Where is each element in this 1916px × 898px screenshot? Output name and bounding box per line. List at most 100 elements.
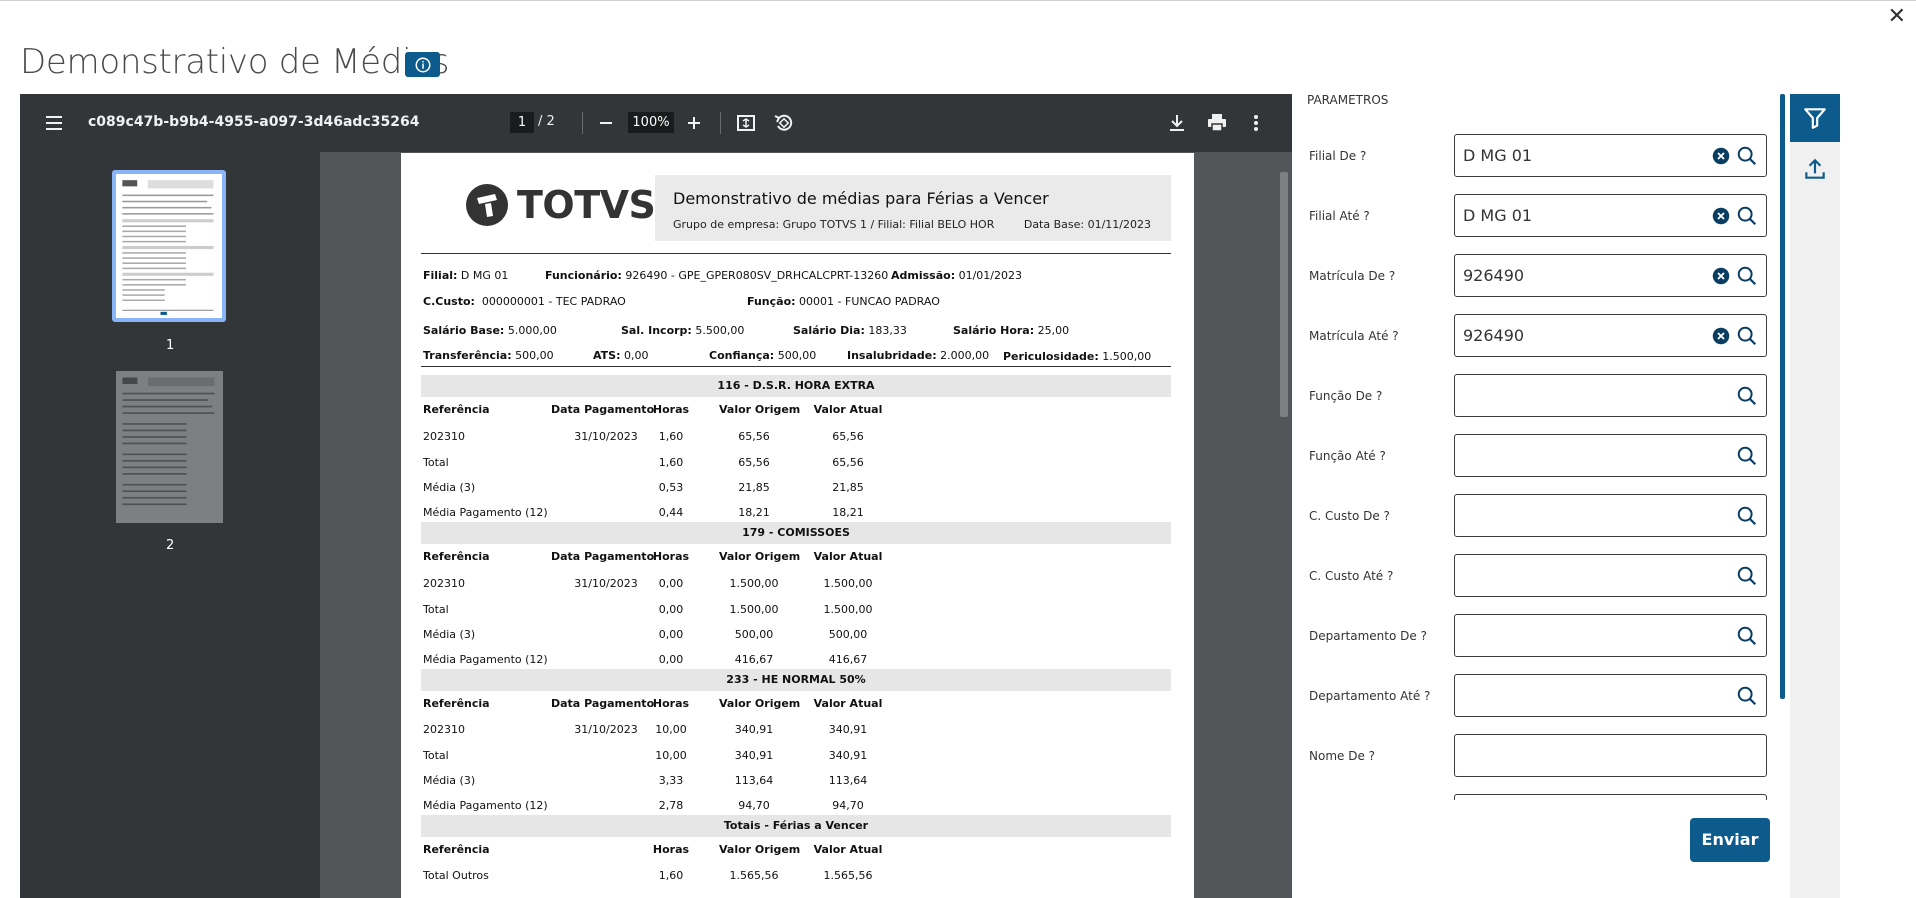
funcionario-field: Funcionário: 926490 - GPE_GPER080SV_DRHC… — [545, 269, 889, 282]
search-icon[interactable] — [1736, 505, 1758, 527]
salario-base-field: Salário Base: 5.000,00 — [423, 324, 557, 337]
table-cell: 65,56 — [832, 456, 864, 469]
zoom-out-icon[interactable] — [594, 111, 618, 135]
col-header-data: Data Pagamento — [551, 550, 655, 563]
upload-icon — [1805, 158, 1825, 179]
table-cell: 10,00 — [655, 723, 687, 736]
filter-button[interactable] — [1790, 94, 1840, 142]
param-label: Matrícula Até ? — [1309, 329, 1399, 343]
table-cell: 202310 — [423, 723, 465, 736]
top-border — [0, 0, 1916, 1]
send-button[interactable]: Enviar — [1690, 818, 1770, 862]
table-cell: 500,00 — [828, 628, 868, 641]
col-header-ref: Referência — [423, 403, 490, 416]
pdf-file-name: c089c47b-b9b4-4955-a097-3d46adc35264 — [88, 114, 420, 130]
print-icon[interactable] — [1205, 111, 1229, 135]
pdf-scrollbar[interactable] — [1275, 152, 1292, 898]
thumbnail-label-2: 2 — [166, 538, 175, 553]
search-icon[interactable] — [1736, 385, 1758, 407]
divider — [421, 366, 1171, 367]
rotate-icon[interactable] — [772, 111, 796, 135]
search-icon[interactable] — [1736, 445, 1758, 467]
param-input[interactable] — [1454, 674, 1767, 717]
search-icon[interactable] — [1736, 625, 1758, 647]
fit-page-icon[interactable] — [734, 111, 758, 135]
thumbnail-sidebar: 1 2 — [20, 152, 320, 898]
param-input[interactable] — [1454, 614, 1767, 657]
table-cell: 340,91 — [734, 749, 774, 762]
table-cell: 1.565,56 — [729, 869, 779, 882]
section-header: 233 - HE NORMAL 50% — [421, 669, 1171, 691]
pdf-scrollbar-thumb[interactable] — [1280, 172, 1288, 417]
param-input[interactable]: 926490 — [1454, 314, 1767, 357]
table-cell: Média Pagamento (12) — [423, 799, 548, 812]
col-header-ref: Referência — [423, 843, 490, 856]
search-icon[interactable] — [1736, 685, 1758, 707]
param-input[interactable] — [1454, 494, 1767, 537]
table-cell: 1.500,00 — [729, 577, 779, 590]
table-cell: Total — [423, 456, 449, 469]
menu-icon[interactable] — [42, 111, 66, 135]
table-cell: 31/10/2023 — [574, 577, 638, 590]
table-cell: 18,21 — [832, 506, 864, 519]
search-icon[interactable] — [1736, 265, 1758, 287]
clear-icon[interactable] — [1712, 327, 1730, 345]
col-header-ref: Referência — [423, 550, 490, 563]
search-icon[interactable] — [1736, 325, 1758, 347]
table-cell: 340,91 — [734, 723, 774, 736]
report-header-box: Demonstrativo de médias para Férias a Ve… — [655, 175, 1171, 241]
param-input[interactable]: D MG 01 — [1454, 134, 1767, 177]
insalubridade-field: Insalubridade: 2.000,00 — [847, 349, 990, 362]
info-button[interactable] — [405, 52, 440, 77]
table-cell: 65,56 — [738, 430, 770, 443]
table-cell: 340,91 — [828, 723, 868, 736]
page-thumbnail-2[interactable] — [116, 371, 223, 523]
param-input-clipped[interactable] — [1454, 794, 1767, 800]
param-input[interactable] — [1454, 734, 1767, 777]
table-cell: Média (3) — [423, 628, 476, 641]
search-icon[interactable] — [1736, 565, 1758, 587]
param-label: Nome De ? — [1309, 749, 1376, 763]
table-cell: 416,67 — [734, 653, 774, 666]
param-label: Departamento Até ? — [1309, 689, 1431, 703]
parameters-scrollbar[interactable] — [1780, 94, 1785, 699]
report-date: Data Base: 01/11/2023 — [1023, 218, 1151, 231]
close-icon[interactable]: ✕ — [1888, 4, 1906, 29]
clear-icon[interactable] — [1712, 207, 1730, 225]
table-cell: 113,64 — [734, 774, 774, 787]
page-number-input[interactable]: 1 — [510, 112, 534, 133]
table-cell: Média Pagamento (12) — [423, 653, 548, 666]
search-icon[interactable] — [1736, 205, 1758, 227]
table-cell: 1,60 — [658, 430, 684, 443]
report-subtitle: Grupo de empresa: Grupo TOTVS 1 / Filial… — [673, 218, 995, 231]
param-input[interactable]: D MG 01 — [1454, 194, 1767, 237]
table-cell: 2,78 — [658, 799, 684, 812]
param-input[interactable] — [1454, 374, 1767, 417]
param-label: Função Até ? — [1309, 449, 1386, 463]
table-cell: 0,00 — [658, 628, 684, 641]
table-cell: 21,85 — [738, 481, 770, 494]
col-header-orig: Valor Origem — [719, 843, 801, 856]
page-thumbnail-1[interactable] — [112, 170, 226, 322]
parameters-panel: PARAMETROS Filial De ? D MG 01 Filial Até … — [1294, 86, 1788, 898]
totvs-logo: TOTVS — [465, 183, 656, 227]
param-input[interactable] — [1454, 434, 1767, 477]
search-icon[interactable] — [1736, 145, 1758, 167]
periculosidade-field: Periculosidade: 1.500,00 — [1003, 350, 1152, 363]
clear-icon[interactable] — [1712, 267, 1730, 285]
param-input-value: D MG 01 — [1463, 206, 1533, 225]
download-icon[interactable] — [1165, 111, 1189, 135]
thumbnail-preview — [122, 180, 214, 315]
clear-icon[interactable] — [1712, 147, 1730, 165]
ats-field: ATS: 0,00 — [593, 349, 649, 362]
filial-field: Filial: D MG 01 — [423, 269, 509, 282]
more-options-icon[interactable] — [1244, 111, 1268, 135]
param-input[interactable]: 926490 — [1454, 254, 1767, 297]
report-title: Demonstrativo de médias para Férias a Ve… — [673, 189, 1049, 208]
salario-hora-field: Salário Hora: 25,00 — [953, 324, 1070, 337]
export-button[interactable] — [1790, 149, 1840, 189]
param-input[interactable] — [1454, 554, 1767, 597]
ccusto-field: C.Custo: 000000001 - TEC PADRAO — [423, 295, 626, 308]
zoom-in-icon[interactable] — [682, 111, 706, 135]
zoom-input[interactable]: 100% — [628, 112, 674, 133]
